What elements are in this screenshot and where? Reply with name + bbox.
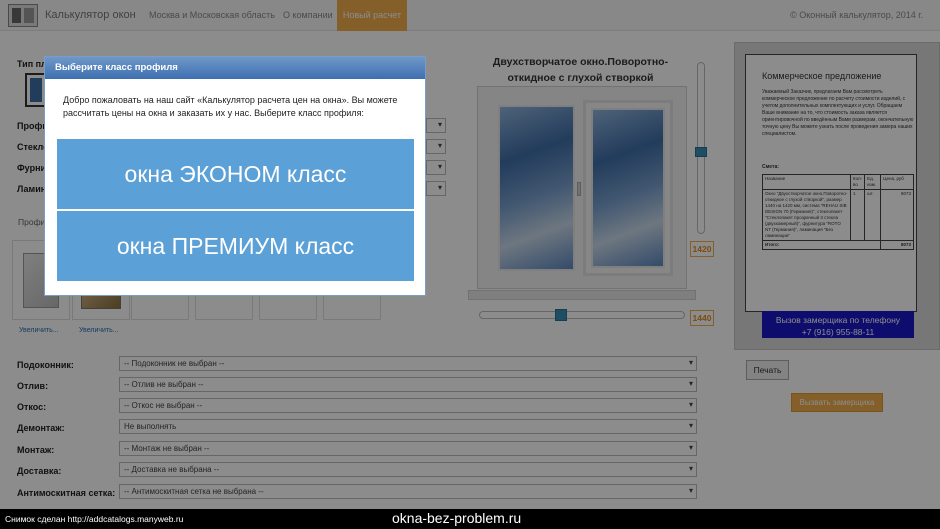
bottom-banner: Снимок сделан http://addcatalogs.manyweb… — [0, 509, 940, 529]
modal-header: Выберите класс профиля — [45, 57, 425, 79]
premium-class-button[interactable]: окна ПРЕМИУМ класс — [57, 211, 414, 281]
site-watermark: okna-bez-problem.ru — [392, 510, 522, 526]
profile-class-modal: Выберите класс профиля Добро пожаловать … — [44, 56, 426, 296]
economy-class-button[interactable]: окна ЭКОНОМ класс — [57, 139, 414, 209]
snapshot-caption: Снимок сделан http://addcatalogs.manyweb… — [5, 514, 184, 524]
modal-text: Добро пожаловать на наш сайт «Калькулято… — [63, 95, 398, 118]
